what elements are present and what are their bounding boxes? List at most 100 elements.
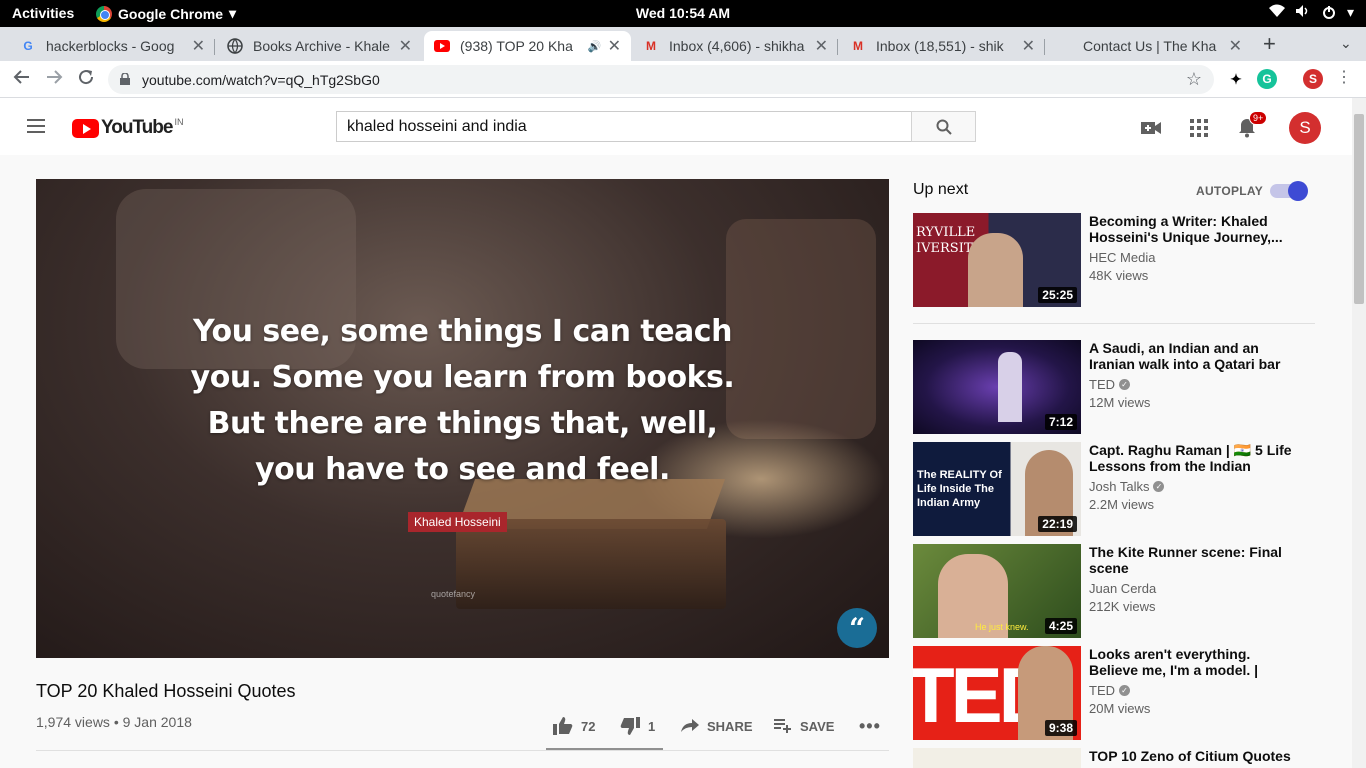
- close-icon[interactable]: ✕: [192, 36, 205, 56]
- autoplay-toggle[interactable]: [1270, 181, 1308, 201]
- audio-playing-icon[interactable]: 🔊: [588, 40, 602, 53]
- forward-arrow-icon[interactable]: [45, 68, 63, 91]
- back-arrow-icon[interactable]: [13, 68, 31, 91]
- recommendation-title[interactable]: TOP 10 Zeno of Citium Quotes: [1089, 748, 1299, 764]
- notification-badge: 9+: [1249, 111, 1268, 125]
- save-label: SAVE: [800, 718, 835, 734]
- recommendation-item[interactable]: TOP 10 Zeno of Citium Quotes: [913, 748, 1315, 768]
- youtube-logo[interactable]: YouTube IN: [72, 117, 183, 139]
- recommendation-title[interactable]: The Kite Runner scene: Final scene: [1089, 544, 1299, 576]
- channel-name[interactable]: Josh Talks ✓: [1089, 479, 1165, 494]
- volume-icon: [1295, 4, 1311, 23]
- tab-search-icon[interactable]: ⌄: [1340, 35, 1352, 52]
- channel-name[interactable]: TED ✓: [1089, 683, 1130, 698]
- address-bar[interactable]: youtube.com/watch?v=qQ_hTg2SbG0 ☆: [108, 65, 1214, 94]
- save-button[interactable]: SAVE: [774, 716, 834, 736]
- more-actions-icon[interactable]: •••: [859, 716, 881, 736]
- caret-down-icon: ▾: [229, 5, 237, 21]
- app-name: Google Chrome: [118, 5, 224, 22]
- channel-name[interactable]: HEC Media: [1089, 250, 1155, 265]
- recommendation-title[interactable]: Becoming a Writer: Khaled Hosseini's Uni…: [1089, 213, 1299, 245]
- video-thumbnail[interactable]: TED 9:38: [913, 646, 1081, 740]
- recommendation-title[interactable]: Looks aren't everything. Believe me, I'm…: [1089, 646, 1299, 678]
- channel-name[interactable]: TED ✓: [1089, 377, 1130, 392]
- watermark: quotefancy: [431, 589, 476, 599]
- reload-icon[interactable]: [77, 68, 95, 91]
- activities-button[interactable]: Activities: [12, 5, 74, 21]
- close-icon[interactable]: ✕: [1022, 36, 1035, 56]
- verified-check-icon: ✓: [1153, 481, 1165, 492]
- tab-contact-us[interactable]: Contact Us | The Kha ✕: [1047, 31, 1252, 61]
- view-count: 12M views: [1089, 395, 1151, 410]
- power-icon: [1321, 4, 1337, 23]
- app-menu[interactable]: Google Chrome ▾: [96, 5, 236, 22]
- close-icon[interactable]: ✕: [399, 36, 412, 56]
- quote-author: Khaled Hosseini: [408, 512, 507, 532]
- dislike-button[interactable]: 1: [620, 716, 655, 736]
- extension-icon[interactable]: ✦: [1226, 69, 1246, 89]
- like-button[interactable]: 72: [553, 716, 595, 736]
- chrome-icon: [96, 5, 112, 22]
- video-thumbnail[interactable]: RYVILLE IVERSITY 25:25: [913, 213, 1081, 307]
- close-icon[interactable]: ✕: [815, 36, 828, 56]
- profile-avatar[interactable]: S: [1303, 69, 1323, 89]
- youtube-header: YouTube IN 9+ S: [0, 98, 1352, 155]
- video-thumbnail[interactable]: 7:12: [913, 340, 1081, 434]
- new-tab-button[interactable]: +: [1263, 31, 1276, 57]
- system-tray[interactable]: ▾: [1268, 4, 1354, 23]
- tab-hackerblocks[interactable]: G hackerblocks - Goog ✕: [10, 31, 215, 61]
- globe-icon: [227, 38, 243, 54]
- tab-title: Inbox (18,551) - shik: [876, 38, 1004, 54]
- search-input[interactable]: [337, 112, 911, 141]
- tab-youtube-video[interactable]: (938) TOP 20 Kha 🔊 ✕: [424, 31, 631, 61]
- logo-text: YouTube: [101, 117, 173, 138]
- tab-title: Contact Us | The Kha: [1083, 38, 1217, 54]
- gmail-icon: M: [646, 39, 656, 53]
- duration-badge: 25:25: [1038, 287, 1077, 303]
- upload-date: 9 Jan 2018: [122, 714, 192, 730]
- recommendation-title[interactable]: A Saudi, an Indian and an Iranian walk i…: [1089, 340, 1299, 372]
- up-next-heading: Up next: [913, 181, 969, 198]
- video-thumbnail[interactable]: He just knew. 4:25: [913, 544, 1081, 638]
- like-count: 72: [581, 718, 596, 734]
- close-icon[interactable]: ✕: [1229, 36, 1242, 56]
- create-video-icon[interactable]: [1139, 116, 1163, 140]
- account-avatar[interactable]: S: [1289, 112, 1321, 144]
- chevron-down-icon: ▾: [1346, 4, 1354, 20]
- video-player[interactable]: You see, some things I can teach you. So…: [36, 179, 889, 658]
- scrollbar-thumb[interactable]: [1354, 114, 1364, 304]
- tab-inbox-2[interactable]: M Inbox (18,551) - shik ✕: [840, 31, 1045, 61]
- bookmark-star-icon[interactable]: ☆: [1186, 69, 1202, 90]
- recommendation-title[interactable]: Capt. Raghu Raman | 🇮🇳 5 Life Lessons fr…: [1089, 442, 1299, 474]
- tab-title: Inbox (4,606) - shikha: [669, 38, 805, 54]
- gmail-icon: M: [853, 39, 863, 53]
- video-thumbnail[interactable]: [913, 748, 1081, 768]
- search-box[interactable]: [336, 111, 912, 142]
- quote-marks-icon[interactable]: “: [837, 608, 877, 648]
- share-button[interactable]: SHARE: [681, 716, 753, 736]
- tab-books-archive[interactable]: Books Archive - Khale ✕: [217, 31, 422, 61]
- recommendation-item[interactable]: TED 9:38 Looks aren't everything. Believ…: [913, 646, 1315, 740]
- recommendation-item[interactable]: 7:12 A Saudi, an Indian and an Iranian w…: [913, 340, 1315, 434]
- view-count: 212K views: [1089, 599, 1156, 614]
- duration-badge: 9:38: [1044, 720, 1077, 736]
- view-count: 1,974 views: [36, 714, 110, 730]
- kebab-menu-icon[interactable]: ⋮: [1336, 67, 1352, 87]
- page-scrollbar[interactable]: [1352, 98, 1366, 768]
- hamburger-menu-icon[interactable]: [27, 119, 45, 133]
- verified-check-icon: ✓: [1119, 685, 1130, 696]
- close-icon[interactable]: ✕: [608, 36, 621, 56]
- quote-text: You see, some things I can teach you. So…: [190, 314, 735, 487]
- youtube-play-icon: [72, 118, 99, 138]
- search-icon: [936, 119, 952, 135]
- system-top-bar: Activities Google Chrome ▾ Wed 10:54 AM …: [0, 0, 1366, 27]
- recommendation-item[interactable]: The REALITY Of Life Inside The Indian Ar…: [913, 442, 1315, 536]
- recommendation-item[interactable]: RYVILLE IVERSITY 25:25 Becoming a Writer…: [913, 213, 1315, 307]
- grammarly-icon[interactable]: G: [1257, 69, 1277, 89]
- recommendation-item[interactable]: He just knew. 4:25 The Kite Runner scene…: [913, 544, 1315, 638]
- channel-name[interactable]: Juan Cerda: [1089, 581, 1156, 596]
- tab-inbox-1[interactable]: M Inbox (4,606) - shikha ✕: [633, 31, 838, 61]
- search-button[interactable]: [911, 111, 976, 142]
- video-thumbnail[interactable]: The REALITY Of Life Inside The Indian Ar…: [913, 442, 1081, 536]
- apps-grid-icon[interactable]: [1187, 116, 1211, 140]
